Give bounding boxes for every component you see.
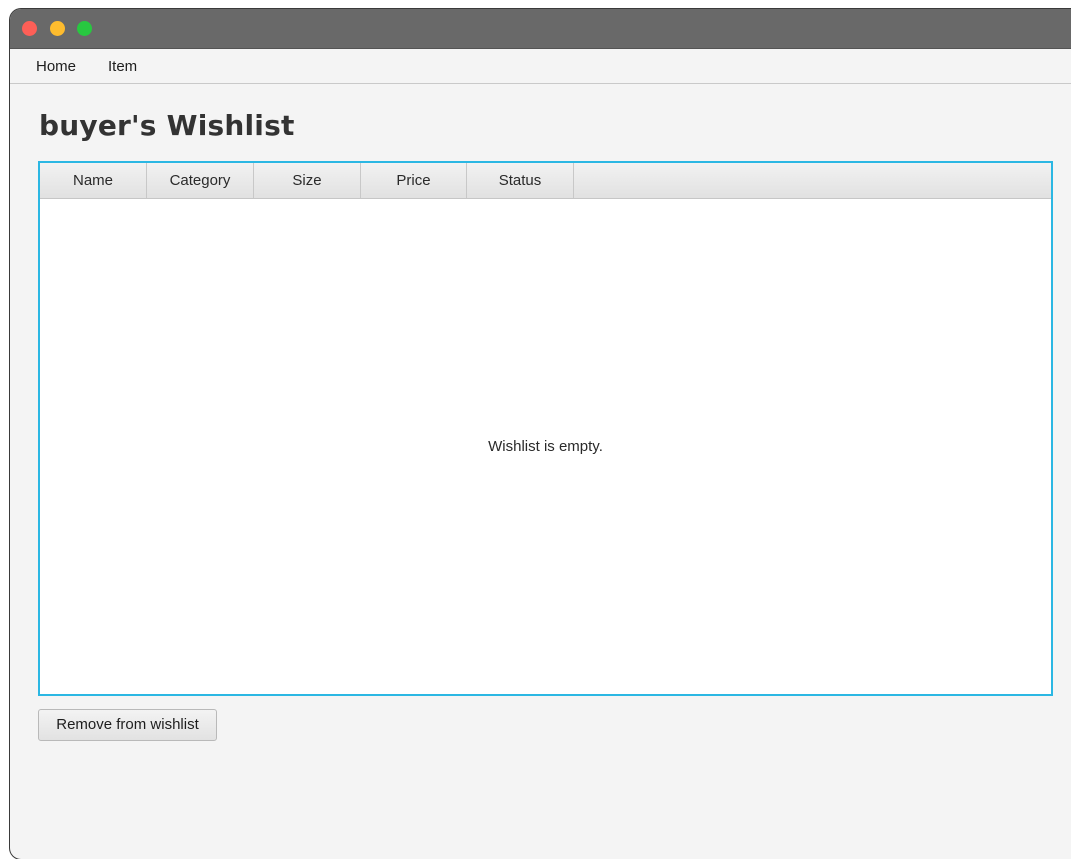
title-bar[interactable] <box>10 9 1071 49</box>
column-header-price[interactable]: Price <box>361 163 467 198</box>
minimize-icon[interactable] <box>50 21 65 36</box>
page-title: buyer's Wishlist <box>39 109 295 142</box>
column-header-name[interactable]: Name <box>40 163 147 198</box>
empty-placeholder: Wishlist is empty. <box>40 199 1051 694</box>
menu-home[interactable]: Home <box>36 49 76 83</box>
empty-placeholder-text: Wishlist is empty. <box>488 438 603 455</box>
column-header-size[interactable]: Size <box>254 163 361 198</box>
column-header-category[interactable]: Category <box>147 163 254 198</box>
remove-from-wishlist-button[interactable]: Remove from wishlist <box>38 709 217 741</box>
menu-item[interactable]: Item <box>108 49 137 83</box>
app-window: Home Item buyer's Wishlist Name Category… <box>10 9 1071 859</box>
close-icon[interactable] <box>22 21 37 36</box>
menu-bar: Home Item <box>10 49 1071 84</box>
wishlist-table[interactable]: Name Category Size Price Status Wishlist… <box>38 161 1053 696</box>
zoom-icon[interactable] <box>77 21 92 36</box>
table-header: Name Category Size Price Status <box>40 163 1051 199</box>
column-header-status[interactable]: Status <box>467 163 574 198</box>
